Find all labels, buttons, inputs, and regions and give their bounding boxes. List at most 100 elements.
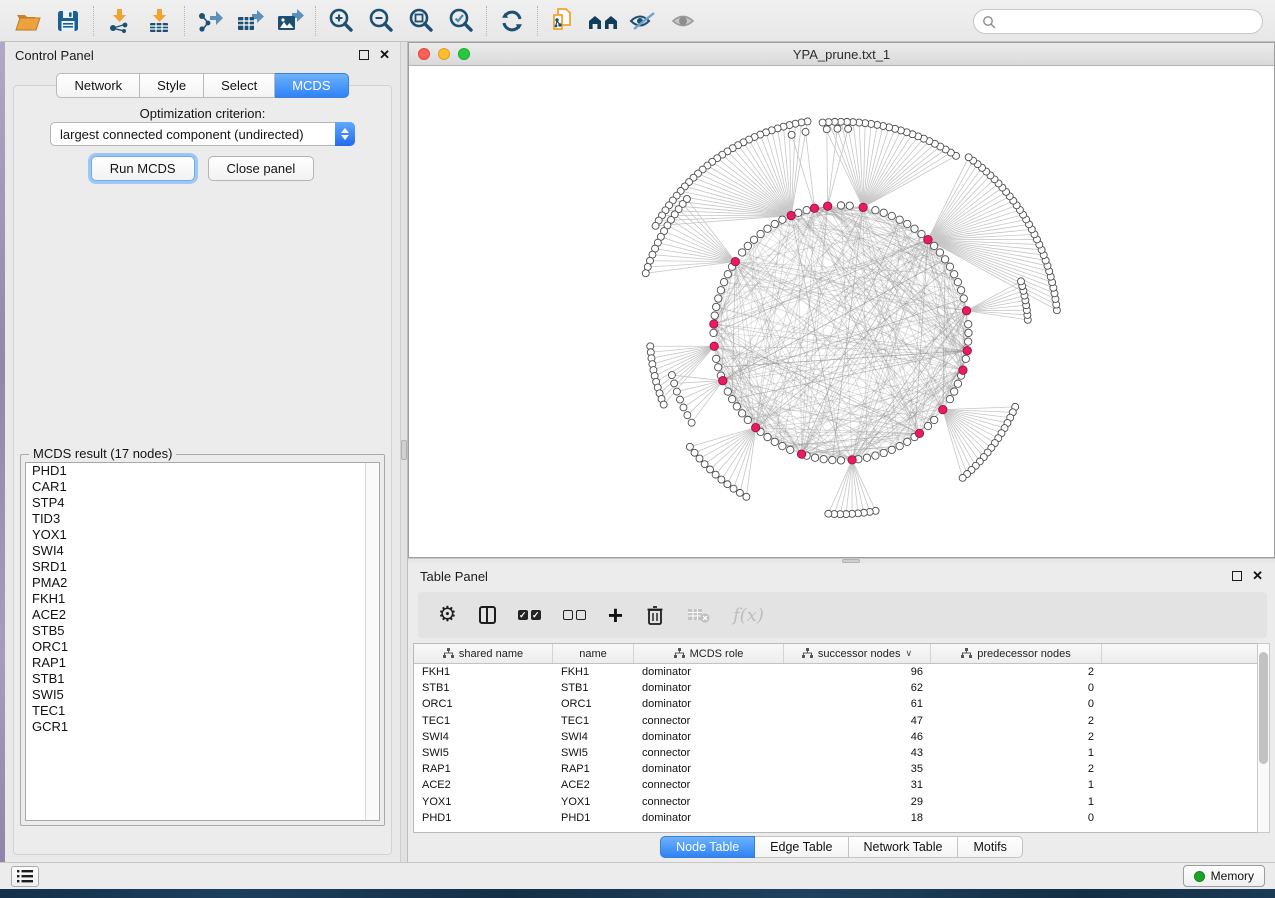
mcds-result-node[interactable]: SRD1 (26, 559, 379, 575)
ring-node[interactable] (951, 271, 958, 278)
ring-node[interactable] (744, 416, 751, 423)
zoom-selected-button[interactable] (441, 4, 481, 38)
leaf-node[interactable] (676, 396, 683, 403)
ring-node[interactable] (946, 263, 953, 270)
mcds-result-node[interactable]: FKH1 (26, 591, 379, 607)
ring-node[interactable] (872, 452, 879, 459)
leaf-node[interactable] (668, 372, 675, 379)
ring-node[interactable] (837, 457, 844, 464)
tab-network-table[interactable]: Network Table (849, 836, 959, 858)
leaf-node[interactable] (825, 510, 832, 517)
ring-node[interactable] (896, 216, 903, 223)
leaf-node[interactable] (819, 119, 826, 126)
dominator-node[interactable] (962, 307, 970, 315)
leaf-node[interactable] (684, 412, 691, 419)
leaf-node[interactable] (724, 481, 731, 488)
ring-node[interactable] (738, 410, 745, 417)
leaf-node[interactable] (834, 125, 841, 132)
vertical-splitter[interactable] (400, 42, 408, 862)
leaf-node[interactable] (686, 443, 693, 450)
ring-node[interactable] (771, 220, 778, 227)
leaf-node[interactable] (730, 485, 737, 492)
leaf-node[interactable] (696, 455, 703, 462)
leaf-node[interactable] (707, 466, 714, 473)
export-table-button[interactable] (230, 4, 270, 38)
show-task-history-button[interactable] (11, 866, 39, 887)
leaf-node[interactable] (959, 474, 966, 481)
leaf-node[interactable] (680, 404, 687, 411)
table-row[interactable]: YOX1YOX1connector291 (414, 794, 1262, 810)
ring-node[interactable] (837, 202, 844, 209)
table-row[interactable]: SWI4SWI4dominator462 (414, 729, 1262, 745)
search-input[interactable] (996, 12, 1262, 32)
ring-node[interactable] (946, 395, 953, 402)
ring-node[interactable] (951, 388, 958, 395)
dominator-node[interactable] (848, 456, 856, 464)
create-column-button[interactable]: + (608, 605, 623, 625)
dominator-node[interactable] (859, 203, 867, 211)
network-canvas[interactable] (409, 66, 1274, 557)
column-header-successor-nodes[interactable]: successor nodes∨ (784, 644, 931, 663)
scrollbar-thumb[interactable] (1259, 652, 1268, 764)
unselect-all-columns-button[interactable] (563, 610, 586, 620)
tab-network[interactable]: Network (56, 73, 140, 98)
leaf-node[interactable] (671, 380, 678, 387)
ring-node[interactable] (738, 249, 745, 256)
leaf-node[interactable] (701, 461, 708, 468)
zoom-fit-button[interactable] (401, 4, 441, 38)
apply-layout-button[interactable] (492, 4, 532, 38)
ring-node[interactable] (724, 388, 731, 395)
dominator-node[interactable] (710, 320, 718, 328)
table-scrollbar[interactable] (1257, 643, 1270, 833)
ring-node[interactable] (779, 442, 786, 449)
criterion-dropdown[interactable]: largest connected component (undirected) (50, 122, 355, 146)
column-header-MCDS-role[interactable]: MCDS role (634, 644, 784, 663)
tab-edge-table[interactable]: Edge Table (755, 836, 848, 858)
export-network-button[interactable] (190, 4, 230, 38)
mcds-result-node[interactable]: STP4 (26, 495, 379, 511)
dominator-node[interactable] (787, 211, 795, 219)
ring-node[interactable] (787, 446, 794, 453)
ring-node[interactable] (713, 355, 720, 362)
ring-node[interactable] (728, 395, 735, 402)
ring-node[interactable] (724, 271, 731, 278)
ring-node[interactable] (880, 209, 887, 216)
mcds-result-node[interactable]: CAR1 (26, 479, 379, 495)
dominator-node[interactable] (959, 366, 967, 374)
mcds-result-node[interactable]: STB1 (26, 671, 379, 687)
ring-node[interactable] (924, 422, 931, 429)
ring-node[interactable] (829, 456, 836, 463)
ring-node[interactable] (954, 380, 961, 387)
leaf-node[interactable] (788, 131, 795, 138)
dominator-node[interactable] (731, 257, 739, 265)
save-session-button[interactable] (48, 4, 88, 38)
leaf-node[interactable] (965, 154, 972, 161)
select-all-columns-button[interactable]: ✓✓ (518, 610, 541, 620)
ring-node[interactable] (880, 449, 887, 456)
leaf-node[interactable] (736, 489, 743, 496)
ring-node[interactable] (960, 295, 967, 302)
dominator-node[interactable] (939, 405, 947, 413)
ring-node[interactable] (733, 403, 740, 410)
tab-motifs[interactable]: Motifs (958, 836, 1022, 858)
ring-node[interactable] (717, 287, 724, 294)
ring-node[interactable] (872, 206, 879, 213)
dominator-node[interactable] (752, 423, 760, 431)
mcds-result-list[interactable]: PHD1CAR1STP4TID3YOX1SWI4SRD1PMA2FKH1ACE2… (25, 462, 380, 821)
leaf-node[interactable] (845, 125, 852, 132)
ring-node[interactable] (764, 225, 771, 232)
ring-node[interactable] (888, 212, 895, 219)
ring-node[interactable] (750, 236, 757, 243)
leaf-node[interactable] (642, 270, 649, 277)
close-panel-icon[interactable]: ✕ (379, 50, 390, 60)
show-columns-button[interactable] (479, 606, 496, 624)
ring-node[interactable] (930, 416, 937, 423)
ring-node[interactable] (965, 329, 972, 336)
ring-node[interactable] (764, 433, 771, 440)
leaf-node[interactable] (743, 493, 750, 500)
dominator-node[interactable] (810, 204, 818, 212)
leaf-node[interactable] (691, 449, 698, 456)
ring-node[interactable] (863, 454, 870, 461)
leaf-node[interactable] (673, 388, 680, 395)
dominator-node[interactable] (963, 346, 971, 354)
